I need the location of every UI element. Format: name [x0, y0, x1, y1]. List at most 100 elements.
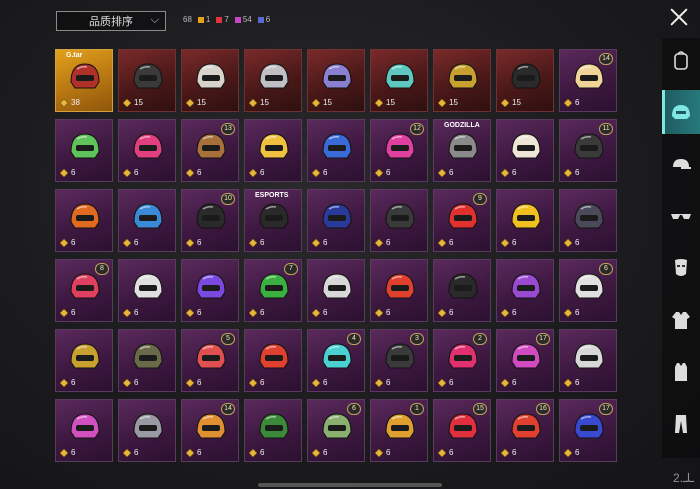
item-count-row: 6: [123, 448, 138, 457]
helmet-item-tile[interactable]: 6: [559, 329, 617, 392]
helmet-item-tile[interactable]: 15: [307, 49, 365, 112]
helmet-item-tile[interactable]: 11 6: [559, 119, 617, 182]
helmet-item-tile[interactable]: 6: [244, 399, 302, 462]
helmet-item-tile[interactable]: 6: [370, 259, 428, 322]
helmet-item-tile[interactable]: 13 6: [181, 119, 239, 182]
item-count-row: 6: [249, 308, 264, 317]
helmet-item-tile[interactable]: 6: [307, 259, 365, 322]
diamond-icon: [249, 308, 257, 317]
helmet-item-tile[interactable]: 6: [244, 329, 302, 392]
item-count-row: 6: [249, 168, 264, 177]
helmet-item-tile[interactable]: 6: [496, 259, 554, 322]
item-count-row: 6: [60, 168, 75, 177]
level-badge: 2: [473, 333, 487, 345]
sidebar-item-pants[interactable]: [662, 402, 700, 446]
helmet-item-tile[interactable]: 6: [118, 329, 176, 392]
helmet-item-tile[interactable]: 96: [433, 189, 491, 252]
diamond-icon: [249, 98, 257, 107]
helmet-item-tile[interactable]: 6: [496, 119, 554, 182]
helmet-icon: [133, 63, 163, 89]
item-tag-label: GODZILLA: [444, 122, 480, 129]
item-count-row: 6: [186, 168, 201, 177]
rarity-count-list: 1 7 54 6: [197, 15, 270, 24]
helmet-item-tile[interactable]: 16 6: [496, 399, 554, 462]
helmet-icon: [70, 203, 100, 229]
helmet-item-tile[interactable]: 6: [55, 329, 113, 392]
item-count: 6: [449, 308, 454, 317]
item-count-row: 6: [438, 448, 453, 457]
diamond-icon: [123, 238, 131, 247]
diamond-icon: [564, 238, 572, 247]
helmet-item-tile[interactable]: 15 6: [433, 399, 491, 462]
helmet-item-tile[interactable]: 6: [496, 189, 554, 252]
helmet-item-tile[interactable]: 56: [181, 329, 239, 392]
sidebar-item-glasses[interactable]: [662, 194, 700, 238]
sidebar-item-face-mask[interactable]: [662, 246, 700, 290]
helmet-item-tile[interactable]: 6: [181, 259, 239, 322]
helmet-item-tile[interactable]: 66: [307, 399, 365, 462]
helmet-item-tile[interactable]: 66: [559, 259, 617, 322]
diamond-icon: [249, 448, 257, 457]
close-button[interactable]: [668, 6, 690, 28]
helmet-item-tile[interactable]: GODZILLA 6: [433, 119, 491, 182]
helmet-item-tile[interactable]: 6: [118, 119, 176, 182]
helmet-item-tile[interactable]: G.tar 38: [55, 49, 113, 112]
helmet-item-tile[interactable]: 26: [433, 329, 491, 392]
sidebar-item-vest[interactable]: [662, 350, 700, 394]
helmet-item-tile[interactable]: 6: [118, 189, 176, 252]
helmet-item-tile[interactable]: 86: [55, 259, 113, 322]
helmet-icon: [574, 413, 604, 439]
helmet-item-tile[interactable]: 6: [559, 189, 617, 252]
item-count: 6: [71, 308, 76, 317]
helmet-item-tile[interactable]: 15: [118, 49, 176, 112]
item-count: 15: [449, 98, 458, 107]
item-count-row: 6: [186, 308, 201, 317]
helmet-item-tile[interactable]: 17 6: [559, 399, 617, 462]
helmet-item-tile[interactable]: ESPORTS 6: [244, 189, 302, 252]
backpack-icon: [674, 51, 688, 70]
helmet-item-tile[interactable]: 14 6: [181, 399, 239, 462]
helmet-icon: [196, 203, 226, 229]
home-indicator[interactable]: [258, 483, 442, 487]
item-count-row: 6: [375, 168, 390, 177]
sort-dropdown[interactable]: 品质排序 ⌵: [56, 11, 166, 31]
helmet-item-tile[interactable]: 15: [496, 49, 554, 112]
level-badge: 6: [599, 263, 613, 275]
helmet-item-tile[interactable]: 17 6: [496, 329, 554, 392]
helmet-item-tile[interactable]: 6: [118, 259, 176, 322]
helmet-item-tile[interactable]: 6: [55, 189, 113, 252]
item-count: 6: [134, 308, 139, 317]
sidebar-item-backpack[interactable]: [662, 38, 700, 82]
level-badge: 14: [221, 403, 235, 415]
rarity-swatch: [234, 16, 241, 23]
sidebar-item-helmet[interactable]: [662, 90, 700, 134]
helmet-item-tile[interactable]: 6: [307, 189, 365, 252]
helmet-item-tile[interactable]: 15: [433, 49, 491, 112]
helmet-item-tile[interactable]: 10 6: [181, 189, 239, 252]
helmet-item-tile[interactable]: 76: [244, 259, 302, 322]
helmet-item-tile[interactable]: 6: [55, 119, 113, 182]
helmet-item-tile[interactable]: 15: [244, 49, 302, 112]
helmet-item-tile[interactable]: 16: [370, 399, 428, 462]
rarity-swatch: [197, 16, 204, 23]
item-count: 6: [197, 238, 202, 247]
helmet-item-tile[interactable]: 46: [307, 329, 365, 392]
level-badge: 9: [473, 193, 487, 205]
helmet-item-tile[interactable]: 15: [370, 49, 428, 112]
helmet-item-tile[interactable]: 15: [181, 49, 239, 112]
helmet-item-tile[interactable]: 36: [370, 329, 428, 392]
helmet-item-tile[interactable]: 6: [244, 119, 302, 182]
helmet-item-tile[interactable]: 6: [433, 259, 491, 322]
helmet-item-tile[interactable]: 6: [370, 189, 428, 252]
diamond-icon: [564, 98, 572, 107]
helmet-item-tile[interactable]: 12 6: [370, 119, 428, 182]
item-count: 6: [197, 448, 202, 457]
diamond-icon: [438, 98, 446, 107]
helmet-item-tile[interactable]: 14 6: [559, 49, 617, 112]
helmet-item-tile[interactable]: 6: [118, 399, 176, 462]
helmet-item-tile[interactable]: 6: [307, 119, 365, 182]
sidebar-item-cap[interactable]: [662, 142, 700, 186]
helmet-item-tile[interactable]: 6: [55, 399, 113, 462]
helmet-icon: [259, 273, 289, 299]
sidebar-item-jacket[interactable]: [662, 298, 700, 342]
